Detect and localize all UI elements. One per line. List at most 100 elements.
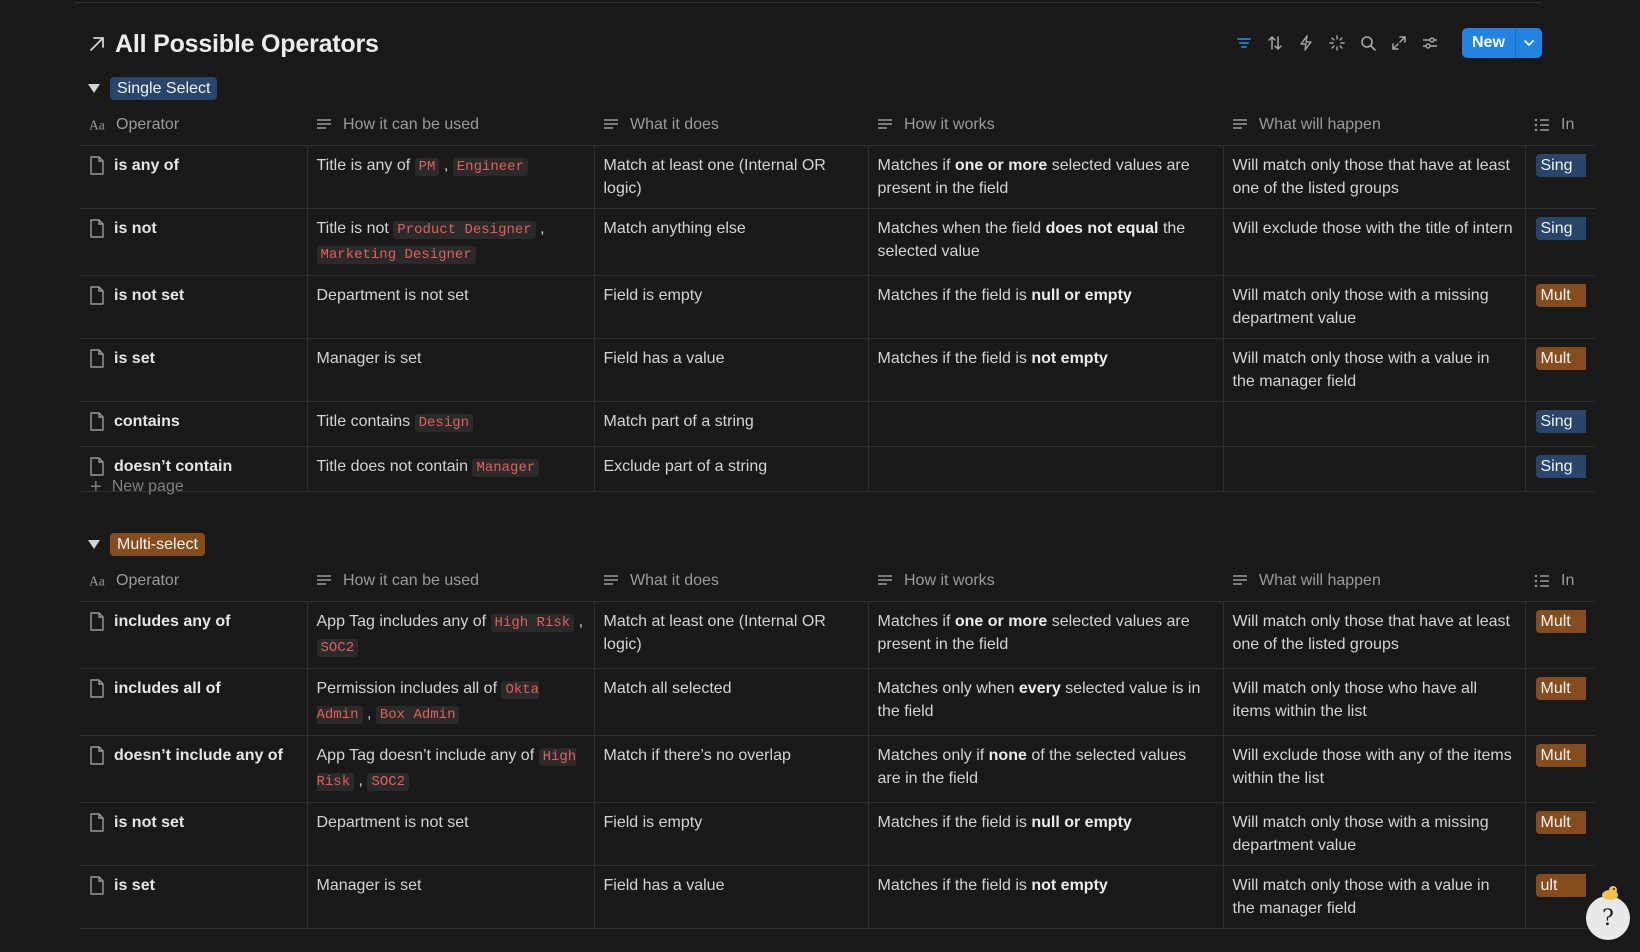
usage-cell[interactable]: App Tag doesn’t include any of High Risk… [307, 735, 595, 803]
automation-icon[interactable] [1297, 34, 1315, 52]
column-header-what_happen[interactable]: What will happen [1223, 561, 1525, 602]
type-tag-cell[interactable]: Mult [1525, 802, 1595, 866]
toggle-triangle-icon[interactable] [88, 539, 100, 549]
column-header-how_used[interactable]: How it can be used [307, 105, 594, 146]
what-will-happen-cell[interactable]: Will exclude those with the title of int… [1223, 208, 1526, 276]
operator-cell[interactable]: is any of [80, 145, 308, 209]
usage-cell[interactable]: Title is not Product Designer , Marketin… [307, 208, 595, 276]
settings-icon[interactable] [1421, 34, 1439, 52]
usage-cell[interactable]: Title is any of PM , Engineer [307, 145, 595, 209]
table-row[interactable]: is set Manager is set Field has a value Mat… [80, 338, 1595, 402]
type-tag-cell[interactable]: Sing [1525, 208, 1595, 276]
operator-cell[interactable]: includes all of [80, 668, 308, 736]
what-will-happen-cell[interactable]: Will match only those with a value in th… [1223, 865, 1526, 929]
usage-cell[interactable]: Manager is set [307, 338, 595, 402]
operator-cell[interactable]: is set [80, 338, 308, 402]
type-tag-cell[interactable]: Sing [1525, 145, 1595, 209]
what-it-does-cell[interactable]: Exclude part of a string [594, 446, 869, 492]
column-header-what_happen[interactable]: What will happen [1223, 105, 1525, 146]
page-title[interactable]: All Possible Operators [115, 30, 379, 59]
help-button[interactable]: ? [1586, 896, 1630, 940]
column-header-what_does[interactable]: What it does [594, 561, 868, 602]
toggle-triangle-icon[interactable] [88, 83, 100, 93]
column-header-last[interactable]: In [1525, 561, 1595, 602]
what-it-does-cell[interactable]: Match at least one (Internal OR logic) [594, 601, 869, 669]
what-will-happen-cell[interactable]: Will match only those with a missing dep… [1223, 275, 1526, 339]
usage-cell[interactable]: Title contains Design [307, 401, 595, 447]
column-header-how_works[interactable]: How it works [868, 105, 1223, 146]
what-will-happen-cell[interactable]: Will exclude those with any of the items… [1223, 735, 1526, 803]
operator-cell[interactable]: is not set [80, 802, 308, 866]
how-it-works-cell[interactable]: Matches if one or more selected values a… [868, 145, 1224, 209]
ai-sparkle-icon[interactable] [1328, 34, 1346, 52]
what-will-happen-cell[interactable] [1223, 401, 1526, 447]
operator-cell[interactable]: includes any of [80, 601, 308, 669]
type-tag-cell[interactable]: Sing [1525, 401, 1595, 447]
chevron-down-icon[interactable] [1516, 28, 1542, 58]
usage-cell[interactable]: Permission includes all of Okta Admin , … [307, 668, 595, 736]
what-will-happen-cell[interactable]: Will match only those with a missing dep… [1223, 802, 1526, 866]
type-tag-cell[interactable]: Mult [1525, 275, 1595, 339]
group-header[interactable]: Multi-select [88, 532, 205, 556]
table-row[interactable]: includes any of App Tag includes any of H… [80, 601, 1595, 669]
filter-icon[interactable] [1235, 34, 1253, 52]
table-row[interactable]: is not set Department is not set Field is … [80, 275, 1595, 339]
usage-cell[interactable]: Title does not contain Manager [307, 446, 595, 492]
link-arrow-icon[interactable] [88, 35, 106, 53]
what-will-happen-cell[interactable]: Will match only those with a value in th… [1223, 338, 1526, 402]
how-it-works-cell[interactable]: Matches if the field is not empty [868, 338, 1224, 402]
how-it-works-cell[interactable]: Matches when the field does not equal th… [868, 208, 1224, 276]
new-button[interactable]: New [1462, 28, 1542, 58]
how-it-works-cell[interactable]: Matches only when every selected value i… [868, 668, 1224, 736]
what-it-does-cell[interactable]: Match part of a string [594, 401, 869, 447]
what-will-happen-cell[interactable] [1223, 446, 1526, 492]
new-page-button[interactable]: + New page [90, 467, 184, 507]
operator-cell[interactable]: is not [80, 208, 308, 276]
how-it-works-cell[interactable]: Matches if one or more selected values a… [868, 601, 1224, 669]
how-it-works-cell[interactable]: Matches if the field is not empty [868, 865, 1224, 929]
what-will-happen-cell[interactable]: Will match only those that have at least… [1223, 601, 1526, 669]
column-header-last[interactable]: In [1525, 105, 1595, 146]
what-it-does-cell[interactable]: Match all selected [594, 668, 869, 736]
usage-cell[interactable]: Department is not set [307, 275, 595, 339]
operator-cell[interactable]: is not set [80, 275, 308, 339]
type-tag-cell[interactable]: Mult [1525, 338, 1595, 402]
usage-cell[interactable]: Manager is set [307, 865, 595, 929]
how-it-works-cell[interactable] [868, 401, 1224, 447]
column-header-operator[interactable]: Aa Operator [80, 105, 307, 146]
how-it-works-cell[interactable] [868, 446, 1224, 492]
what-it-does-cell[interactable]: Field is empty [594, 275, 869, 339]
type-tag-cell[interactable]: Mult [1525, 735, 1595, 803]
what-it-does-cell[interactable]: Match if there’s no overlap [594, 735, 869, 803]
what-will-happen-cell[interactable]: Will match only those that have at least… [1223, 145, 1526, 209]
usage-cell[interactable]: Department is not set [307, 802, 595, 866]
how-it-works-cell[interactable]: Matches only if none of the selected val… [868, 735, 1224, 803]
what-will-happen-cell[interactable]: Will match only those who have all items… [1223, 668, 1526, 736]
what-it-does-cell[interactable]: Match anything else [594, 208, 869, 276]
group-header[interactable]: Single Select [88, 76, 218, 100]
table-row[interactable]: includes all of Permission includes all o… [80, 668, 1595, 736]
what-it-does-cell[interactable]: Field has a value [594, 865, 869, 929]
table-row[interactable]: doesn’t include any of App Tag doesn’t in… [80, 735, 1595, 803]
operator-cell[interactable]: contains [80, 401, 308, 447]
type-tag-cell[interactable]: ult [1525, 865, 1595, 929]
column-header-what_does[interactable]: What it does [594, 105, 868, 146]
search-icon[interactable] [1359, 34, 1377, 52]
table-row[interactable]: is any of Title is any of PM , Engineer Ma… [80, 145, 1595, 209]
what-it-does-cell[interactable]: Field has a value [594, 338, 869, 402]
what-it-does-cell[interactable]: Field is empty [594, 802, 869, 866]
how-it-works-cell[interactable]: Matches if the field is null or empty [868, 802, 1224, 866]
type-tag-cell[interactable]: Mult [1525, 668, 1595, 736]
table-row[interactable]: is not Title is not Product Designer , Ma… [80, 208, 1595, 276]
operator-cell[interactable]: is set [80, 865, 308, 929]
table-row[interactable]: is not set Department is not set Field is … [80, 802, 1595, 866]
type-tag-cell[interactable]: Mult [1525, 601, 1595, 669]
usage-cell[interactable]: App Tag includes any of High Risk , SOC2 [307, 601, 595, 669]
column-header-how_used[interactable]: How it can be used [307, 561, 594, 602]
table-row[interactable]: is set Manager is set Field has a value Mat… [80, 865, 1595, 929]
expand-icon[interactable] [1390, 34, 1408, 52]
what-it-does-cell[interactable]: Match at least one (Internal OR logic) [594, 145, 869, 209]
operator-cell[interactable]: doesn’t include any of [80, 735, 308, 803]
how-it-works-cell[interactable]: Matches if the field is null or empty [868, 275, 1224, 339]
column-header-how_works[interactable]: How it works [868, 561, 1223, 602]
